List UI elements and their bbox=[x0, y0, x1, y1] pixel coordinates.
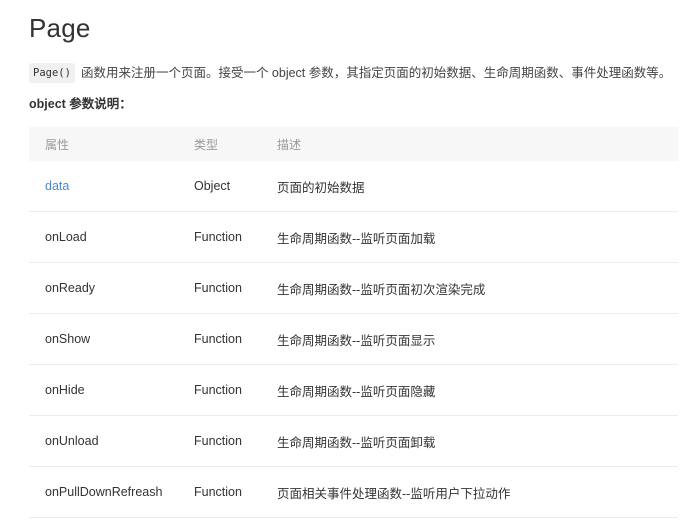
cell-desc: 生命周期函数--监听页面显示 bbox=[277, 313, 678, 365]
cell-type: Function bbox=[194, 262, 277, 314]
section-title: object 参数说明： bbox=[29, 97, 132, 111]
intro-text: 函数用来注册一个页面。接受一个 object 参数，其指定页面的初始数据、生命周… bbox=[80, 66, 672, 80]
table-row: onReady Function 生命周期函数--监听页面初次渲染完成 bbox=[29, 262, 678, 314]
inline-code: Page() bbox=[29, 63, 75, 83]
table-row: onUnload Function 生命周期函数--监听页面卸载 bbox=[29, 415, 678, 467]
cell-name: onPullDownRefreash bbox=[29, 466, 194, 518]
cell-type: Object bbox=[194, 161, 277, 212]
table-header-row: 属性 类型 描述 bbox=[29, 127, 678, 161]
cell-desc: 生命周期函数--监听页面加载 bbox=[277, 211, 678, 263]
cell-type: Function bbox=[194, 364, 277, 416]
page-title: Page bbox=[29, 13, 91, 43]
header-desc: 描述 bbox=[277, 137, 302, 152]
table-row: data Object 页面的初始数据 bbox=[29, 161, 678, 212]
header-name: 属性 bbox=[45, 137, 70, 152]
cell-desc: 页面的初始数据 bbox=[277, 161, 678, 212]
data-link[interactable]: data bbox=[45, 179, 69, 193]
cell-type: Function bbox=[194, 466, 277, 518]
cell-desc: 生命周期函数--监听页面隐藏 bbox=[277, 364, 678, 416]
cell-desc: 生命周期函数--监听页面初次渲染完成 bbox=[277, 262, 678, 314]
table-row: onHide Function 生命周期函数--监听页面隐藏 bbox=[29, 364, 678, 416]
cell-name: onUnload bbox=[29, 415, 194, 467]
cell-type: Function bbox=[194, 313, 277, 365]
cell-name: onHide bbox=[29, 364, 194, 416]
cell-desc: 页面相关事件处理函数--监听用户下拉动作 bbox=[277, 466, 678, 518]
intro-paragraph: Page() 函数用来注册一个页面。接受一个 object 参数，其指定页面的初… bbox=[29, 63, 678, 83]
cell-type: Function bbox=[194, 415, 277, 467]
table-row: onPullDownRefreash Function 页面相关事件处理函数--… bbox=[29, 466, 678, 518]
cell-name: data bbox=[29, 161, 194, 212]
cell-desc: 生命周期函数--监听页面卸载 bbox=[277, 415, 678, 467]
cell-name: onReady bbox=[29, 262, 194, 314]
cell-type: Function bbox=[194, 211, 277, 263]
table-row: onShow Function 生命周期函数--监听页面显示 bbox=[29, 313, 678, 365]
header-type: 类型 bbox=[194, 137, 219, 152]
cell-name: onShow bbox=[29, 313, 194, 365]
doc-page: Page Page() 函数用来注册一个页面。接受一个 object 参数，其指… bbox=[0, 0, 700, 522]
params-table: 属性 类型 描述 data Object 页面的初始数据 onLoad Func… bbox=[29, 127, 678, 518]
cell-name: onLoad bbox=[29, 211, 194, 263]
table-row: onLoad Function 生命周期函数--监听页面加载 bbox=[29, 211, 678, 263]
